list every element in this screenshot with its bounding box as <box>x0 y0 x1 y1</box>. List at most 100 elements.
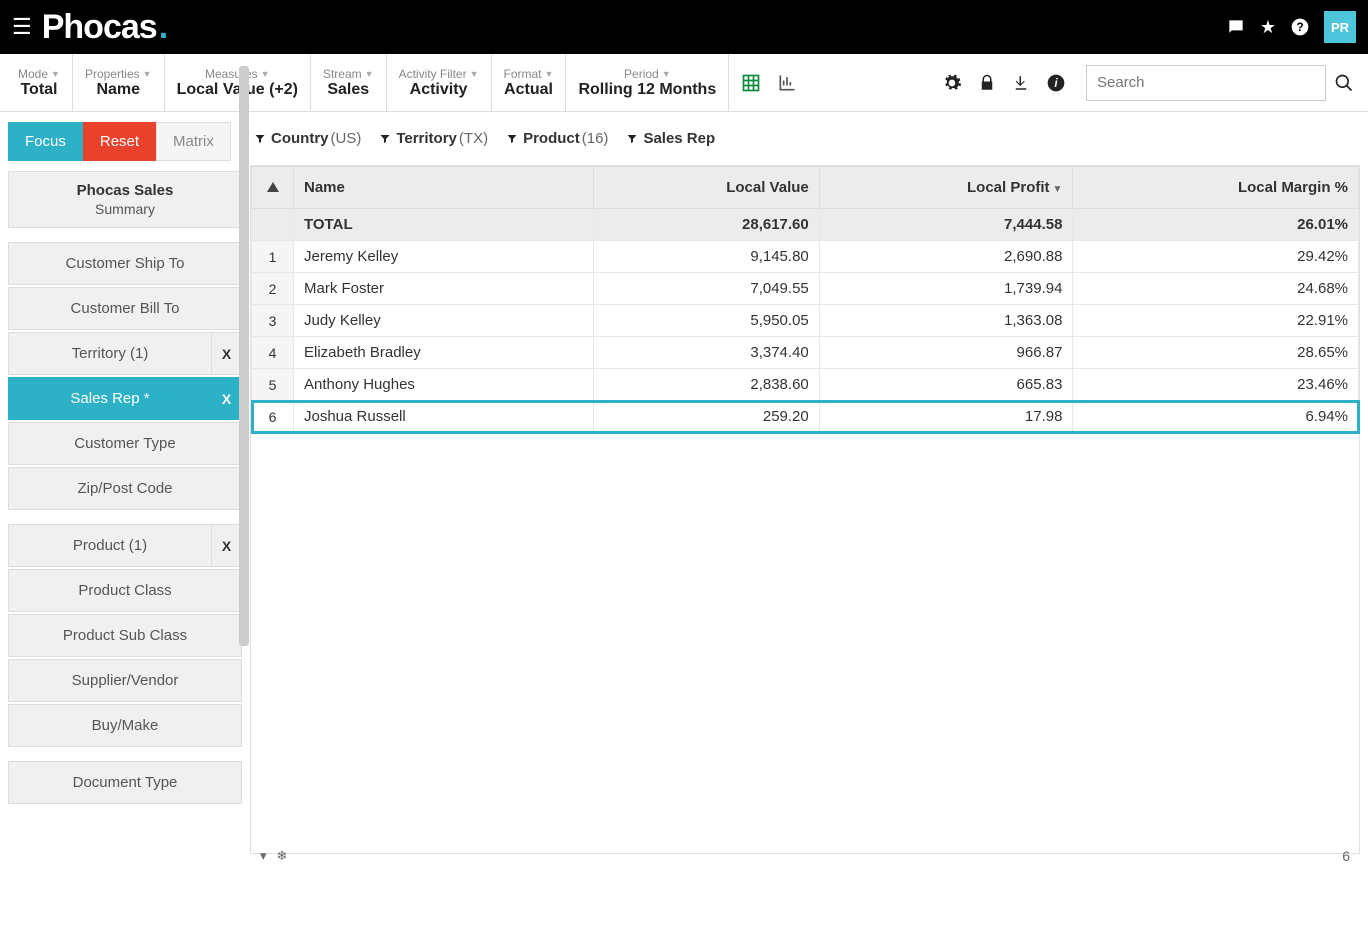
filter-name: Product <box>523 130 580 147</box>
filter-value: (TX) <box>459 130 488 147</box>
table-row[interactable]: 5Anthony Hughes2,838.60665.8323.46% <box>252 369 1359 401</box>
format-value: Actual <box>504 81 553 99</box>
matrix-button[interactable]: Matrix <box>156 122 231 161</box>
cell-name: Jeremy Kelley <box>294 241 594 273</box>
properties-value: Name <box>96 81 140 99</box>
filter-icon <box>626 133 638 145</box>
cell-value: 3,374.40 <box>594 337 820 369</box>
toolbar: Mode ▼ Total Properties ▼ Name Measures … <box>0 54 1368 112</box>
activity-filter-dropdown[interactable]: Activity Filter ▼ Activity <box>387 54 492 111</box>
table-row[interactable]: 6Joshua Russell259.2017.986.94% <box>252 401 1359 433</box>
row-index: 3 <box>252 305 294 337</box>
filter-chip[interactable]: Country (US) <box>254 130 361 147</box>
cell-margin: 23.46% <box>1073 369 1359 401</box>
stream-value: Sales <box>327 81 369 99</box>
format-dropdown[interactable]: Format ▼ Actual <box>492 54 567 111</box>
filter-chip[interactable]: Product (16) <box>506 130 608 147</box>
properties-dropdown[interactable]: Properties ▼ Name <box>73 54 165 111</box>
help-icon[interactable]: ? <box>1290 17 1310 37</box>
dimension-button[interactable]: Customer Bill To <box>8 287 242 330</box>
scrollbar[interactable] <box>239 66 249 646</box>
brand-logo[interactable]: Phocas. <box>42 8 167 47</box>
dimension-button[interactable]: Territory (1) <box>8 332 212 375</box>
dimension-button[interactable]: Sales Rep * <box>8 377 212 420</box>
focus-button[interactable]: Focus <box>8 122 83 161</box>
database-header[interactable]: Phocas Sales Summary <box>8 171 242 228</box>
grid-view-icon[interactable] <box>741 73 761 93</box>
col-name[interactable]: Name <box>294 167 594 209</box>
col-local-value[interactable]: Local Value <box>594 167 820 209</box>
caret-down-icon: ▼ <box>143 69 152 79</box>
dimension-button[interactable]: Product Class <box>8 569 242 612</box>
chat-icon[interactable] <box>1226 17 1246 37</box>
data-grid: Name Local Value Local Profit▼ Local Mar… <box>250 165 1360 854</box>
stream-dropdown[interactable]: Stream ▼ Sales <box>311 54 387 111</box>
total-profit: 7,444.58 <box>819 209 1073 241</box>
cell-value: 2,838.60 <box>594 369 820 401</box>
mode-label: Mode <box>18 67 48 81</box>
table-row[interactable]: 1Jeremy Kelley9,145.802,690.8829.42% <box>252 241 1359 273</box>
measures-label: Measures <box>205 67 258 81</box>
search-icon[interactable] <box>1326 73 1362 93</box>
table-row[interactable]: 2Mark Foster7,049.551,739.9424.68% <box>252 273 1359 305</box>
cell-margin: 29.42% <box>1073 241 1359 273</box>
period-dropdown[interactable]: Period ▼ Rolling 12 Months <box>566 54 729 111</box>
snowflake-icon[interactable]: ❄ <box>277 848 288 864</box>
dimension-button[interactable]: Supplier/Vendor <box>8 659 242 702</box>
filter-chip[interactable]: Sales Rep <box>626 130 717 147</box>
database-title: Phocas Sales <box>19 182 231 199</box>
collapse-icon[interactable]: ▾ <box>260 848 267 864</box>
cell-name: Joshua Russell <box>294 401 594 433</box>
dimension-clear-button[interactable]: X <box>212 377 242 420</box>
menu-icon[interactable]: ☰ <box>12 14 32 40</box>
dimension-button[interactable]: Buy/Make <box>8 704 242 747</box>
dimension-clear-button[interactable]: X <box>212 524 242 567</box>
filter-icon <box>254 133 266 145</box>
dimension-item: Buy/Make <box>8 704 242 747</box>
col-local-profit[interactable]: Local Profit▼ <box>819 167 1073 209</box>
mode-dropdown[interactable]: Mode ▼ Total <box>6 54 73 111</box>
total-label: TOTAL <box>294 209 594 241</box>
dimension-button[interactable]: Product (1) <box>8 524 212 567</box>
settings-icon[interactable] <box>942 73 962 93</box>
period-label: Period <box>624 67 659 81</box>
dimension-button[interactable]: Customer Type <box>8 422 242 465</box>
dimension-button[interactable]: Zip/Post Code <box>8 467 242 510</box>
star-icon[interactable]: ★ <box>1260 17 1276 38</box>
main-area: Focus Reset Matrix Phocas Sales Summary … <box>0 112 1368 864</box>
stream-label: Stream <box>323 67 362 81</box>
filter-chip[interactable]: Territory (TX) <box>379 130 488 147</box>
row-count: 6 <box>1342 848 1350 864</box>
info-icon[interactable]: i <box>1046 73 1066 93</box>
search-box <box>1086 65 1326 101</box>
cell-name: Elizabeth Bradley <box>294 337 594 369</box>
reset-button[interactable]: Reset <box>83 122 156 161</box>
lock-icon[interactable] <box>978 73 996 93</box>
dimension-item: Customer Type <box>8 422 242 465</box>
cell-profit: 1,363.08 <box>819 305 1073 337</box>
col-local-margin[interactable]: Local Margin % <box>1073 167 1359 209</box>
database-subtitle: Summary <box>19 201 231 217</box>
dimension-button[interactable]: Customer Ship To <box>8 242 242 285</box>
dimension-item: Territory (1)X <box>8 332 242 375</box>
properties-label: Properties <box>85 67 140 81</box>
dimension-item: Customer Ship To <box>8 242 242 285</box>
user-avatar[interactable]: PR <box>1324 11 1356 43</box>
chart-view-icon[interactable] <box>777 73 797 93</box>
search-input[interactable] <box>1087 74 1325 91</box>
col-index[interactable] <box>252 167 294 209</box>
table-row[interactable]: 3Judy Kelley5,950.051,363.0822.91% <box>252 305 1359 337</box>
filter-value: (16) <box>582 130 609 147</box>
cell-margin: 6.94% <box>1073 401 1359 433</box>
download-icon[interactable] <box>1012 73 1030 93</box>
cell-profit: 17.98 <box>819 401 1073 433</box>
dimension-clear-button[interactable]: X <box>212 332 242 375</box>
dimension-button[interactable]: Product Sub Class <box>8 614 242 657</box>
measures-dropdown[interactable]: Measures ▼ Local Value (+2) <box>165 54 311 111</box>
table-row[interactable]: 4Elizabeth Bradley3,374.40966.8728.65% <box>252 337 1359 369</box>
filter-icon <box>506 133 518 145</box>
dimension-button[interactable]: Document Type <box>8 761 242 804</box>
cell-profit: 2,690.88 <box>819 241 1073 273</box>
cell-profit: 966.87 <box>819 337 1073 369</box>
grid-footer: ▾ ❄ 6 <box>250 842 1360 870</box>
